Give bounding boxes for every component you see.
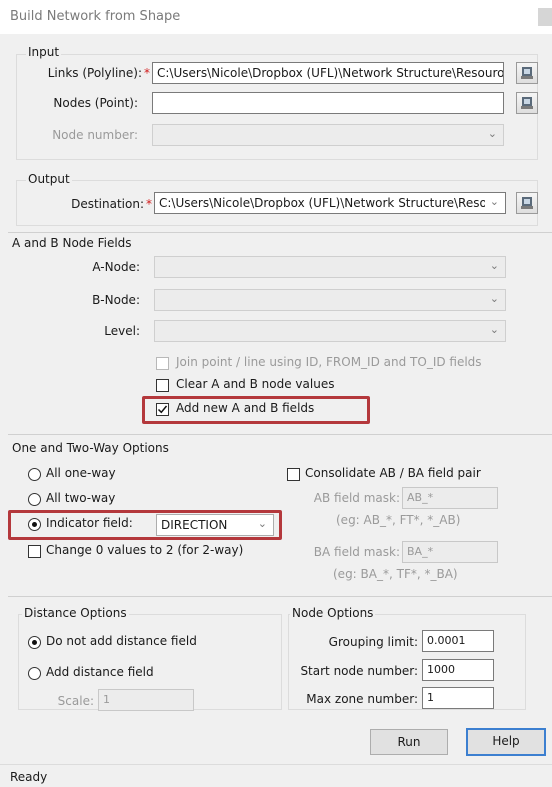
chevron-down-icon: ⌄ [489,259,499,272]
node-number-label: Node number: [52,128,138,142]
grouping-limit-input[interactable]: 0.0001 [422,630,494,652]
add-ab-checkbox[interactable] [156,403,169,416]
no-distance-radio[interactable] [28,636,41,649]
chevron-down-icon: ⌄ [489,292,499,305]
browse-icon [521,67,533,79]
add-distance-label: Add distance field [46,665,154,679]
ba-mask-label: BA field mask: [313,545,400,559]
ab-mask-label: AB field mask: [313,491,400,505]
scale-input[interactable]: 1 [98,689,194,711]
max-zone-label: Max zone number: [306,692,418,706]
grouping-limit-label: Grouping limit: [328,635,418,649]
start-node-label: Start node number: [300,664,418,678]
join-label: Join point / line using ID, FROM_ID and … [176,355,482,369]
start-node-input[interactable]: 1000 [422,659,494,681]
links-label: Links (Polyline): * [47,66,150,80]
scale-label: Scale: [57,694,94,708]
max-zone-input[interactable]: 1 [422,687,494,709]
divider [8,232,552,233]
way-options-group-label: One and Two-Way Options [12,441,169,455]
add-distance-radio[interactable] [28,667,41,680]
a-node-select[interactable]: ⌄ [154,256,506,278]
all-two-way-label: All two-way [46,491,116,505]
nodes-input[interactable] [152,92,504,114]
change-zero-checkbox[interactable] [28,545,41,558]
b-node-select[interactable]: ⌄ [154,289,506,311]
run-button[interactable]: Run [370,729,448,755]
window-title: Build Network from Shape [10,9,181,24]
divider [8,596,552,597]
ab-mask-example: (eg: AB_*, FT*, *_AB) [336,513,461,527]
divider [8,434,552,435]
browse-icon [521,97,533,109]
checkmark-icon [157,405,168,414]
node-number-select[interactable]: ⌄ [152,124,504,146]
chevron-down-icon: ⌄ [489,195,499,208]
radio-selected-dot [32,522,37,527]
input-group-label: Input [26,45,62,59]
output-group-label: Output [26,172,72,186]
clear-ab-checkbox[interactable] [156,379,169,392]
ba-mask-input[interactable]: BA_* [402,541,498,563]
links-browse-button[interactable] [516,62,538,84]
links-input[interactable]: C:\Users\Nicole\Dropbox (UFL)\Network St… [152,62,504,84]
all-one-way-label: All one-way [46,466,116,480]
consolidate-label: Consolidate AB / BA field pair [305,466,481,480]
chevron-down-icon: ⌄ [257,517,267,530]
change-zero-label: Change 0 values to 2 (for 2-way) [46,543,244,557]
ab-mask-input[interactable]: AB_* [402,487,498,509]
add-ab-label: Add new A and B fields [176,401,315,415]
b-node-label: B-Node: [92,293,140,307]
clear-ab-label: Clear A and B node values [176,377,335,391]
consolidate-checkbox[interactable] [287,468,300,481]
ab-fields-group-label: A and B Node Fields [12,236,132,250]
join-checkbox[interactable] [156,357,169,370]
radio-selected-dot [32,640,37,645]
chevron-down-icon: ⌄ [489,323,499,336]
indicator-field-label: Indicator field: [46,516,133,530]
chevron-down-icon: ⌄ [487,127,497,140]
level-label: Level: [104,324,140,338]
no-distance-label: Do not add distance field [46,634,197,648]
browse-icon [521,197,533,209]
destination-browse-button[interactable] [516,192,538,214]
destination-select[interactable]: C:\Users\Nicole\Dropbox (UFL)\Network St… [154,192,506,214]
close-button[interactable] [538,8,552,26]
all-two-way-radio[interactable] [28,493,41,506]
level-select[interactable]: ⌄ [154,320,506,342]
all-one-way-radio[interactable] [28,468,41,481]
distance-group-label: Distance Options [22,606,129,620]
nodes-browse-button[interactable] [516,92,538,114]
nodes-label: Nodes (Point): [53,96,138,110]
node-options-group-label: Node Options [290,606,376,620]
destination-label: Destination: * [71,197,152,211]
status-divider [0,764,552,765]
help-button[interactable]: Help [466,728,546,756]
a-node-label: A-Node: [92,260,140,274]
indicator-field-radio[interactable] [28,518,41,531]
status-text: Ready [10,770,48,784]
indicator-field-select[interactable]: DIRECTION ⌄ [156,514,274,536]
ba-mask-example: (eg: BA_*, TF*, *_BA) [333,567,458,581]
